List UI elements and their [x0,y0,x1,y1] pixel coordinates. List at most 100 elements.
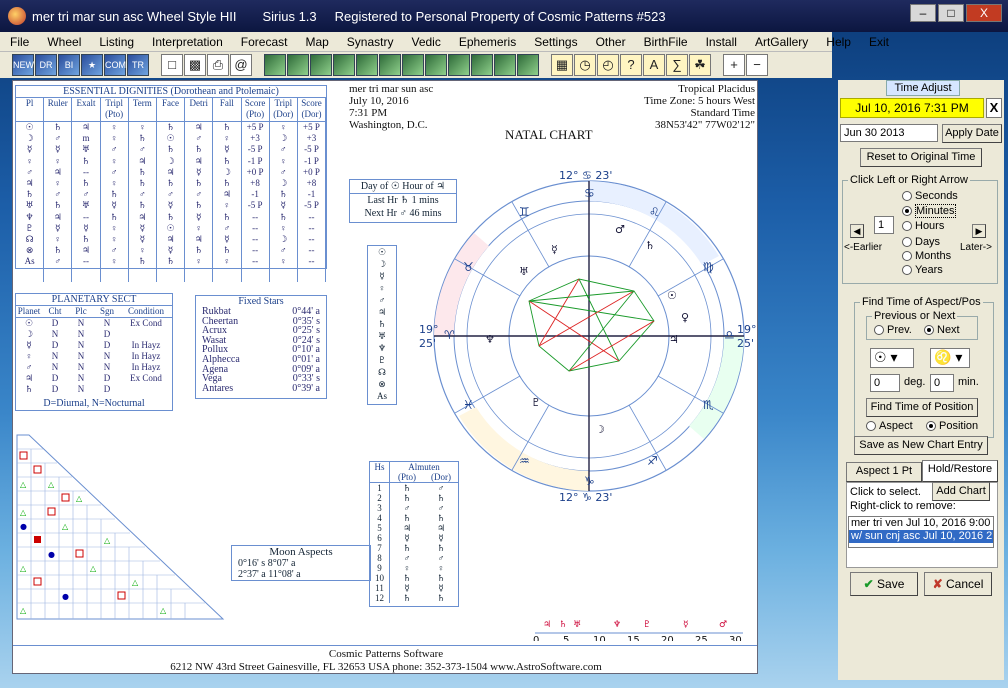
radio-minutes[interactable] [902,206,912,216]
close-button[interactable]: X [966,4,1002,22]
menu-bar: File Wheel Listing Interpretation Foreca… [0,32,889,52]
radio-seconds[interactable] [902,191,912,201]
radio-position[interactable] [926,421,936,431]
dignities-col-fall: Fall [213,98,242,121]
svg-text:10: 10 [593,635,606,641]
font-icon[interactable]: A [643,54,665,76]
table-row: ☿ D N D In Hayz [26,340,161,350]
menu-interpretation[interactable]: Interpretation [142,35,231,49]
save-icon[interactable]: ▩ [184,54,206,76]
sign-select[interactable]: ♌ ▾ [930,348,970,368]
list-item: 2°37' a 11°08' a [238,569,301,580]
tool-icon-6[interactable] [379,54,401,76]
tool-icon-8[interactable] [425,54,447,76]
menu-forecast[interactable]: Forecast [231,35,296,49]
transits-button[interactable]: TR [127,54,149,76]
menu-synastry[interactable]: Synastry [337,35,402,49]
tool-icon-7[interactable] [402,54,424,76]
tab-hold-restore[interactable]: Hold/Restore [922,460,998,482]
dignities-col-score-pto: Score (Pto) [242,98,270,121]
svg-text:♅: ♅ [573,620,581,630]
tool-icon-10[interactable] [471,54,493,76]
clock-alt-icon[interactable]: ◴ [597,54,619,76]
step-input[interactable]: 1 [874,216,894,234]
tool-icon-4[interactable] [333,54,355,76]
menu-settings[interactable]: Settings [524,35,585,49]
email-icon[interactable]: @ [230,54,252,76]
svg-text:15: 15 [627,635,640,641]
menu-vedic[interactable]: Vedic [401,35,448,49]
find-time-button[interactable]: Find Time of Position [866,398,978,417]
panel-close-button[interactable]: X [986,98,1002,118]
list-item[interactable]: w/ sun cnj asc Jul 10, 2016 2 [849,530,993,543]
menu-install[interactable]: Install [696,35,745,49]
menu-listing[interactable]: Listing [89,35,142,49]
reset-time-button[interactable]: Reset to Original Time [860,148,982,167]
tool-icon-3[interactable] [310,54,332,76]
radio-next[interactable] [924,325,934,335]
menu-ephemeris[interactable]: Ephemeris [449,35,524,49]
clock-icon[interactable]: ◷ [574,54,596,76]
tool-icon-11[interactable] [494,54,516,76]
print-icon[interactable]: ⎙ [207,54,229,76]
dsc-minute: 25' [737,337,754,350]
add-chart-button[interactable]: Add Chart [932,482,990,501]
star-icon[interactable]: ★ [81,54,103,76]
menu-wheel[interactable]: Wheel [37,35,89,49]
help-icon[interactable]: ? [620,54,642,76]
composite-button[interactable]: COMP [104,54,132,76]
menu-file[interactable]: File [0,35,37,49]
cancel-button[interactable]: ✘ Cancel [924,572,992,596]
tab-time-adjust[interactable]: Time Adjust [886,80,960,96]
apply-date-button[interactable]: Apply Date [942,124,1002,143]
minimize-button[interactable]: – [910,4,936,22]
svg-text:30: 30 [729,635,742,641]
planet1-select[interactable]: ☉ ▾ [870,348,914,368]
calc-icon[interactable]: ∑ [666,54,688,76]
current-datetime: Jul 10, 2016 7:31 PM [840,98,984,118]
degree-input[interactable]: 0 [870,374,900,392]
maximize-button[interactable]: □ [938,4,964,22]
window-icon[interactable]: □ [161,54,183,76]
draw-wheel-button[interactable]: DR [35,54,57,76]
radio-days[interactable] [902,237,912,247]
radio-aspect[interactable] [866,421,876,431]
svg-text:♓: ♓ [463,398,474,412]
tab-aspect[interactable]: Aspect 1 Pt [846,462,922,482]
tool-icon-9[interactable] [448,54,470,76]
svg-text:♃: ♃ [543,620,551,630]
save-new-chart-button[interactable]: Save as New Chart Entry [854,436,988,455]
menu-birthfile[interactable]: BirthFile [634,35,696,49]
house-system: Tropical Placidus [678,83,755,95]
menu-artgallery[interactable]: ArtGallery [745,35,816,49]
radio-years[interactable] [902,265,912,275]
tree-icon[interactable]: ☘ [689,54,711,76]
minute-input[interactable]: 0 [930,374,954,392]
zoom-out-icon[interactable]: − [746,54,768,76]
zoom-in-icon[interactable]: + [723,54,745,76]
table-row: ☉ D N N Ex Cond [24,318,162,328]
tool-icon-5[interactable] [356,54,378,76]
menu-other[interactable]: Other [586,35,634,49]
tool-icon-2[interactable] [287,54,309,76]
new-chart-button[interactable]: NEW [12,54,34,76]
tool-icon-12[interactable] [517,54,539,76]
radio-hours[interactable] [902,221,912,231]
radio-prev[interactable] [874,325,884,335]
earlier-arrow-button[interactable]: ◀ [850,224,864,238]
svg-text:△: △ [20,480,27,489]
menu-map[interactable]: Map [295,35,336,49]
svg-text:♆: ♆ [485,333,495,346]
list-item[interactable]: mer tri ven Jul 10, 2016 9:00 [849,517,993,530]
date-input[interactable]: Jun 30 2013 [840,124,938,142]
calendar-icon[interactable]: ▦ [551,54,573,76]
menu-help[interactable]: Help [816,35,859,49]
mc-label: 12° ♋ 23' [559,171,612,182]
held-charts-list[interactable]: mer tri ven Jul 10, 2016 9:00 w/ sun cnj… [848,516,994,548]
menu-exit[interactable]: Exit [859,35,897,49]
tool-icon-1[interactable] [264,54,286,76]
radio-months[interactable] [902,251,912,261]
later-arrow-button[interactable]: ▶ [972,224,986,238]
biwheel-button[interactable]: BI [58,54,80,76]
save-button[interactable]: ✔ Save [850,572,918,596]
